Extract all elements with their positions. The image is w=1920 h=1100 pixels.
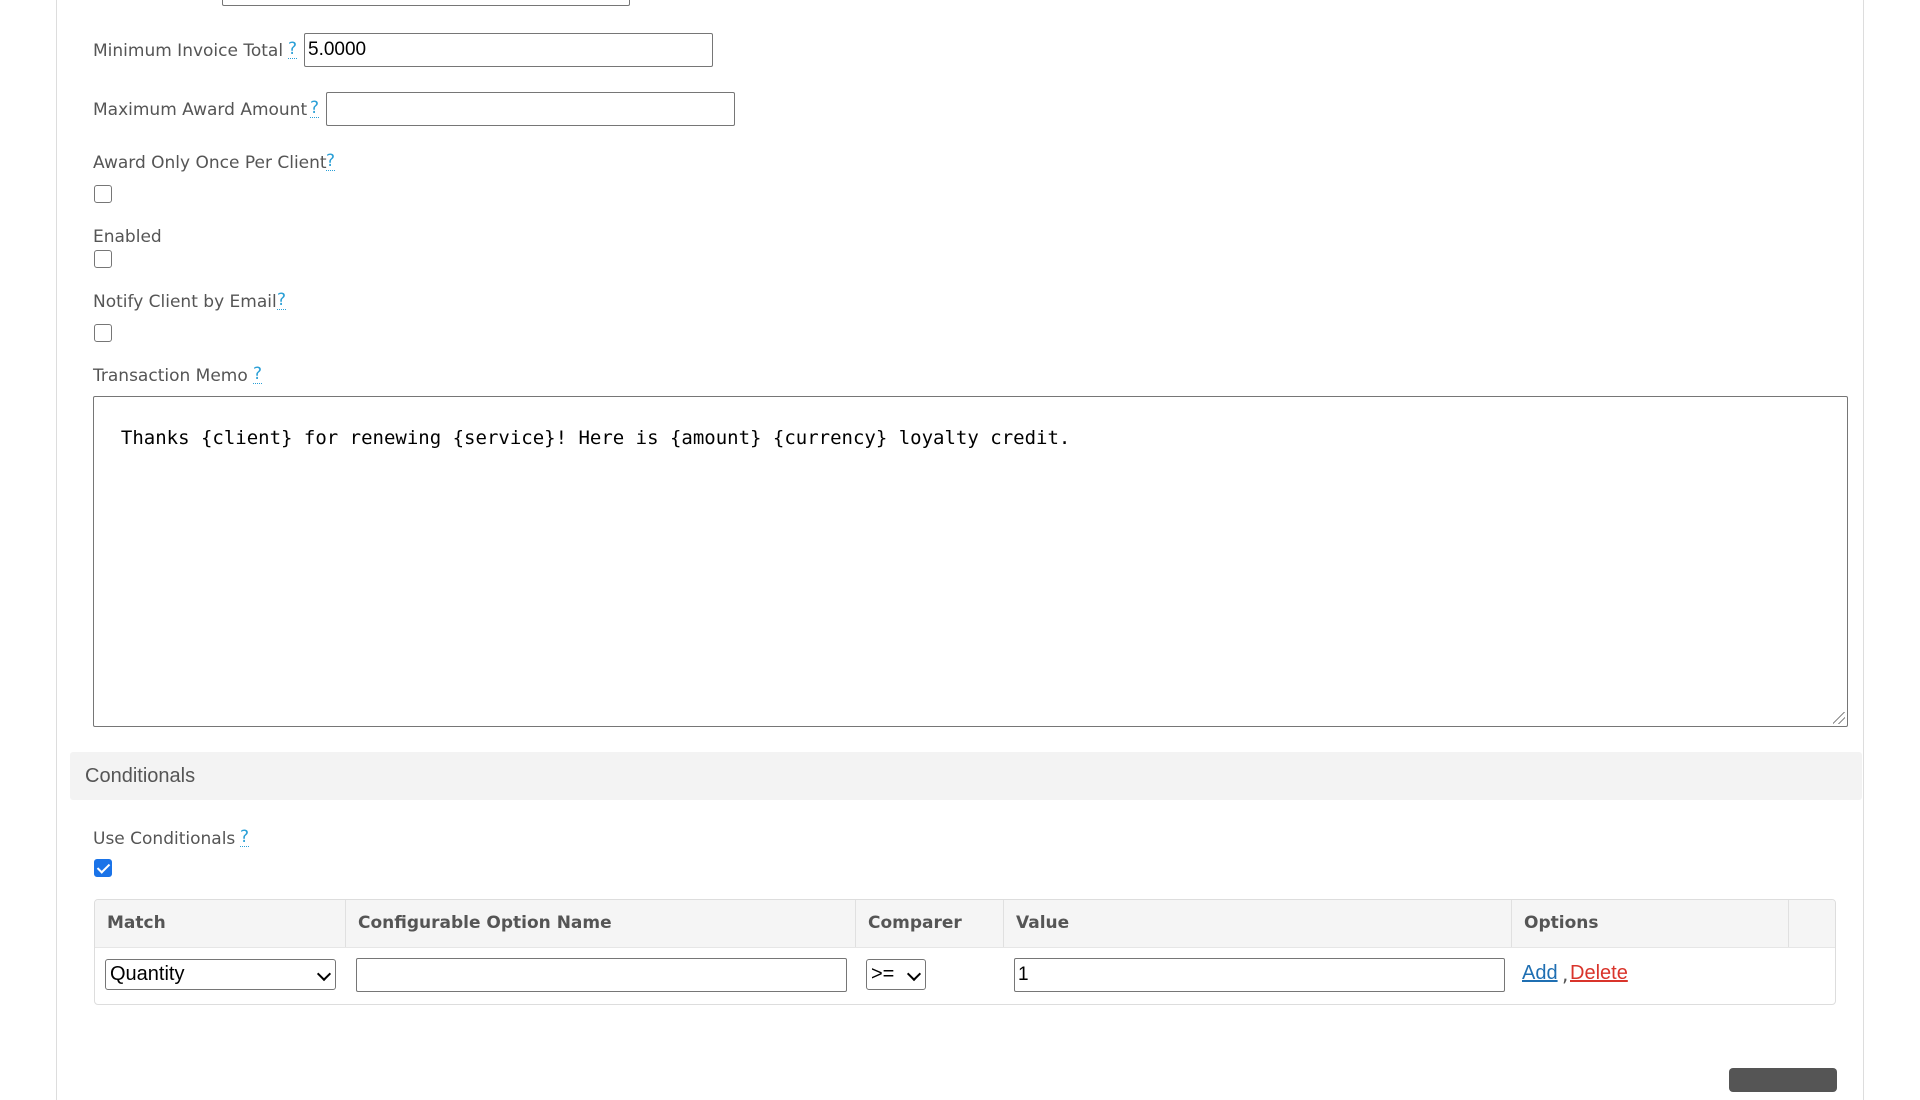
conditionals-section-header: Conditionals	[70, 752, 1862, 800]
column-header-value: Value	[1004, 900, 1512, 947]
resize-handle-icon[interactable]	[1833, 712, 1845, 724]
notify-client-checkbox[interactable]	[94, 324, 112, 342]
add-condition-link[interactable]: Add	[1522, 962, 1558, 985]
chevron-down-icon	[906, 966, 922, 982]
save-button[interactable]	[1729, 1068, 1837, 1092]
column-header-comparer: Comparer	[856, 900, 1004, 947]
enabled-checkbox[interactable]	[94, 250, 112, 268]
transaction-memo-help-icon[interactable]: ?	[253, 365, 263, 384]
conditionals-table: Match Configurable Option Name Comparer …	[94, 899, 1836, 1005]
conditionals-section-title: Conditionals	[85, 765, 196, 787]
option-name-input[interactable]	[356, 958, 847, 992]
column-header-options: Options	[1512, 900, 1789, 947]
conditionals-table-header: Match Configurable Option Name Comparer …	[95, 900, 1835, 948]
notify-client-label: Notify Client by Email	[93, 292, 277, 312]
award-only-once-checkbox[interactable]	[94, 185, 112, 203]
chevron-down-icon	[316, 966, 332, 982]
maximum-award-amount-input[interactable]	[326, 92, 735, 126]
award-only-once-label: Award Only Once Per Client	[93, 153, 327, 173]
column-header-option-name: Configurable Option Name	[346, 900, 856, 947]
use-conditionals-checkbox[interactable]	[94, 859, 112, 877]
minimum-invoice-total-input[interactable]: 5.0000	[304, 33, 713, 67]
comparer-select[interactable]: >=	[866, 959, 926, 990]
previous-field-select[interactable]	[222, 0, 630, 6]
column-header-match: Match	[95, 900, 346, 947]
award-only-once-help-icon[interactable]: ?	[326, 152, 336, 171]
delete-condition-link[interactable]: Delete	[1570, 962, 1628, 985]
maximum-award-amount-label: Maximum Award Amount	[93, 100, 308, 120]
transaction-memo-textarea[interactable]: Thanks {client} for renewing {service}! …	[93, 396, 1848, 727]
transaction-memo-label: Transaction Memo	[93, 366, 248, 386]
table-row: Quantity >= 1 Add , Delete	[95, 947, 1835, 1004]
match-select[interactable]: Quantity	[105, 959, 336, 990]
use-conditionals-label: Use Conditionals	[93, 829, 236, 849]
transaction-memo-text: Thanks {client} for renewing {service}! …	[120, 427, 1071, 449]
value-input[interactable]: 1	[1014, 958, 1505, 992]
enabled-label: Enabled	[93, 227, 162, 247]
minimum-invoice-total-help-icon[interactable]: ?	[288, 40, 298, 59]
options-separator: ,	[1562, 962, 1569, 986]
minimum-invoice-total-label: Minimum Invoice Total	[93, 41, 284, 61]
maximum-award-amount-help-icon[interactable]: ?	[310, 99, 320, 118]
comparer-select-value: >=	[871, 963, 895, 985]
match-select-value: Quantity	[110, 963, 185, 985]
use-conditionals-help-icon[interactable]: ?	[240, 828, 250, 847]
notify-client-help-icon[interactable]: ?	[277, 291, 287, 310]
